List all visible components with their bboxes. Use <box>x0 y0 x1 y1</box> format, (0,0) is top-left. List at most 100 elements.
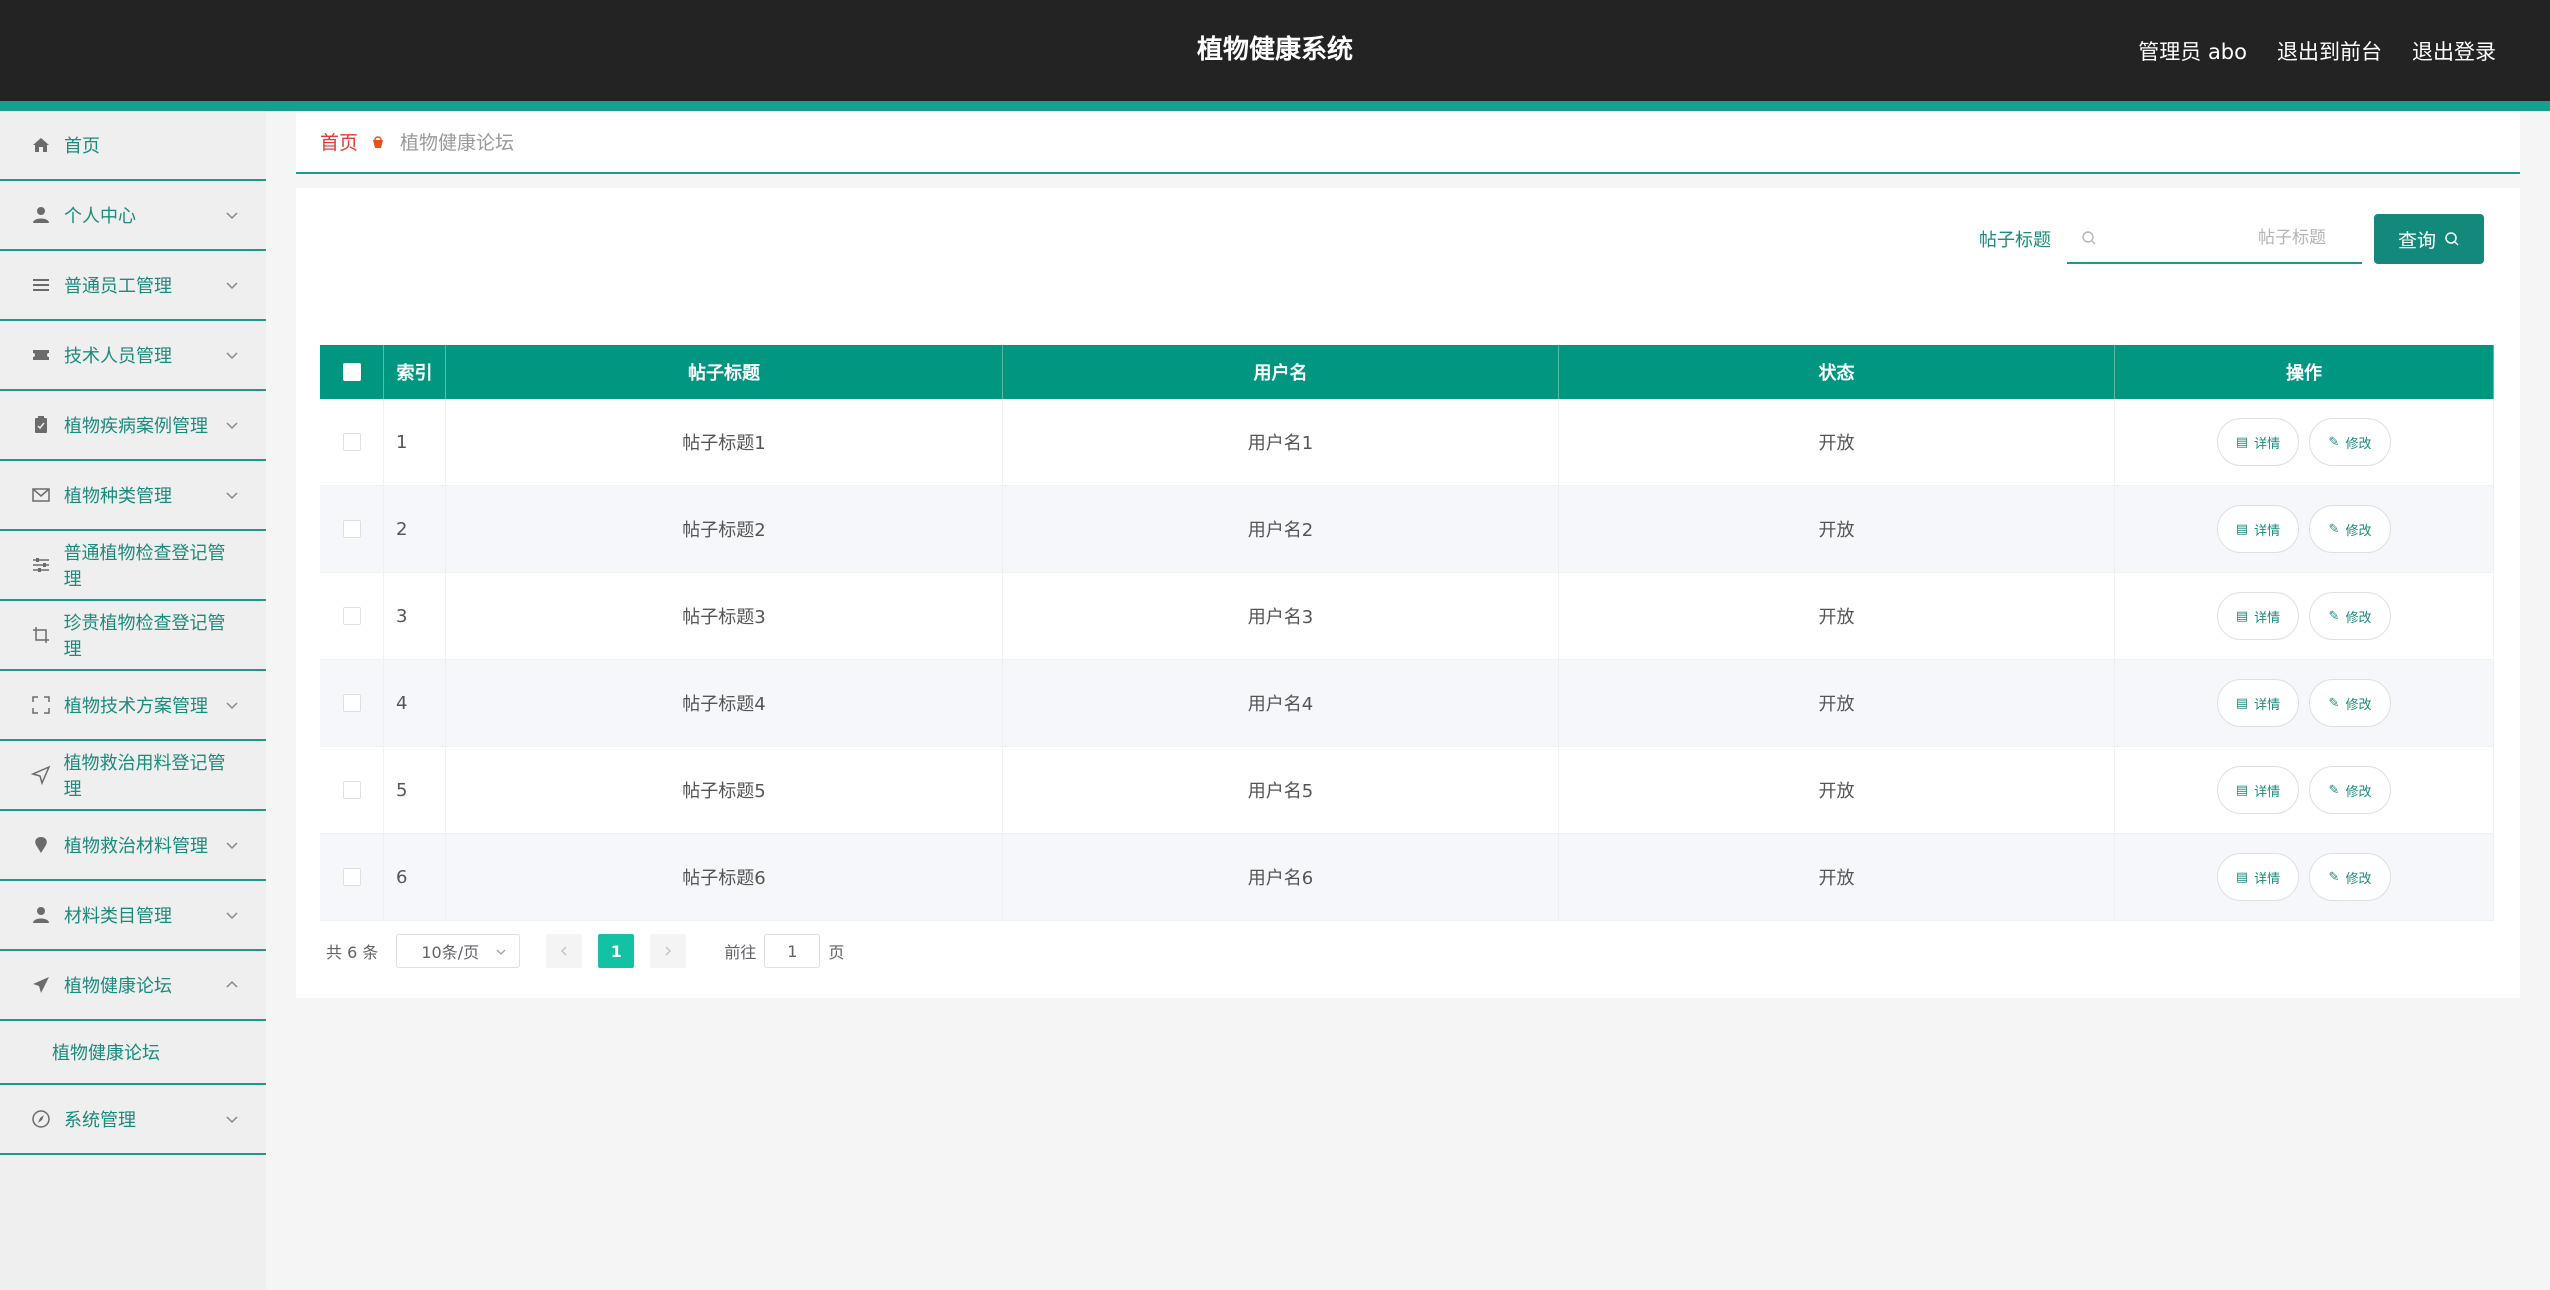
sidebar-item-label: 植物健康论坛 <box>64 976 172 997</box>
chevron-down-icon <box>226 912 238 920</box>
document-icon: ▤ <box>2235 434 2249 450</box>
edit-button[interactable]: ✎ 修改 <box>2309 853 2391 901</box>
row-status: 开放 <box>1559 486 2115 573</box>
row-title: 帖子标题4 <box>446 660 1003 747</box>
prev-page-button[interactable] <box>546 934 583 968</box>
row-status: 开放 <box>1559 573 2115 660</box>
row-checkbox[interactable] <box>342 694 361 712</box>
edit-button[interactable]: ✎ 修改 <box>2309 592 2391 640</box>
breadcrumb-current: 植物健康论坛 <box>400 132 515 154</box>
row-actions: ▤ 详情 ✎ 修改 <box>2115 573 2494 660</box>
detail-label: 详情 <box>2254 784 2281 800</box>
goto-label: 前往 <box>724 943 757 962</box>
pagination: 共 6 条 10条/页 1 前往 页 <box>326 933 844 969</box>
column-header-title: 帖子标题 <box>446 345 1003 399</box>
row-status: 开放 <box>1559 747 2115 834</box>
row-checkbox[interactable] <box>342 868 361 886</box>
row-username: 用户名6 <box>1003 834 1559 921</box>
row-username: 用户名5 <box>1003 747 1559 834</box>
edit-label: 修改 <box>2345 610 2372 626</box>
edit-label: 修改 <box>2345 436 2372 452</box>
detail-button[interactable]: ▤ 详情 <box>2217 418 2299 466</box>
ticket-icon <box>30 344 52 366</box>
sidebar-item-material-categories[interactable]: 材料类目管理 <box>0 881 266 951</box>
edit-button[interactable]: ✎ 修改 <box>2309 766 2391 814</box>
edit-label: 修改 <box>2345 784 2372 800</box>
row-checkbox-cell <box>320 660 384 747</box>
detail-button[interactable]: ▤ 详情 <box>2217 679 2299 727</box>
content-panel: 帖子标题 查询 索引 帖子标题 用户名 状态 操作 <box>296 188 2520 998</box>
row-index: 4 <box>384 660 446 747</box>
table-row: 6 帖子标题6 用户名6 开放 ▤ 详情 ✎ 修改 <box>320 834 2494 921</box>
detail-button[interactable]: ▤ 详情 <box>2217 592 2299 640</box>
edit-icon: ✎ <box>2328 695 2340 711</box>
search-button[interactable]: 查询 <box>2374 214 2484 264</box>
logout-link[interactable]: 退出登录 <box>2412 36 2496 66</box>
top-header: 植物健康系统 管理员 abo 退出到前台 退出登录 <box>0 0 2550 101</box>
sidebar-item-common-check[interactable]: 普通植物检查登记管理 <box>0 531 266 601</box>
row-checkbox[interactable] <box>342 781 361 799</box>
chevron-down-icon <box>226 282 238 290</box>
detail-button[interactable]: ▤ 详情 <box>2217 766 2299 814</box>
table-row: 3 帖子标题3 用户名3 开放 ▤ 详情 ✎ 修改 <box>320 573 2494 660</box>
chevron-down-icon <box>226 422 238 430</box>
row-checkbox-cell <box>320 399 384 486</box>
paper-plane-icon <box>30 974 52 996</box>
sidebar-item-plant-species[interactable]: 植物种类管理 <box>0 461 266 531</box>
marker-icon <box>30 834 52 856</box>
next-page-button[interactable] <box>650 934 687 968</box>
row-username: 用户名4 <box>1003 660 1559 747</box>
goto-page-input[interactable] <box>764 934 821 968</box>
edit-button[interactable]: ✎ 修改 <box>2309 679 2391 727</box>
sidebar-item-forum[interactable]: 植物健康论坛 <box>0 951 266 1021</box>
breadcrumb-home[interactable]: 首页 <box>320 128 358 155</box>
navigation-icon <box>30 764 52 786</box>
sidebar-item-rare-check[interactable]: 珍贵植物检查登记管理 <box>0 601 266 671</box>
row-status: 开放 <box>1559 834 2115 921</box>
sidebar-item-label: 首页 <box>64 136 100 157</box>
row-checkbox[interactable] <box>342 433 361 451</box>
sidebar-item-disease-cases[interactable]: 植物疾病案例管理 <box>0 391 266 461</box>
detail-button[interactable]: ▤ 详情 <box>2217 853 2299 901</box>
sidebar-item-system[interactable]: 系统管理 <box>0 1085 266 1155</box>
page-size-select[interactable]: 10条/页 <box>396 934 521 968</box>
column-header-username: 用户名 <box>1003 345 1559 399</box>
goto-suffix: 页 <box>828 943 845 962</box>
sidebar-item-tech-plans[interactable]: 植物技术方案管理 <box>0 671 266 741</box>
search-input[interactable] <box>2067 214 2362 262</box>
row-checkbox-cell <box>320 486 384 573</box>
home-icon <box>30 134 52 156</box>
row-index: 5 <box>384 747 446 834</box>
sidebar-item-label: 技术人员管理 <box>64 346 172 367</box>
document-icon: ▤ <box>2235 695 2249 711</box>
sidebar-item-technicians[interactable]: 技术人员管理 <box>0 321 266 391</box>
edit-button[interactable]: ✎ 修改 <box>2309 505 2391 553</box>
row-actions: ▤ 详情 ✎ 修改 <box>2115 747 2494 834</box>
sidebar-item-personal-center[interactable]: 个人中心 <box>0 181 266 251</box>
sidebar-item-staff[interactable]: 普通员工管理 <box>0 251 266 321</box>
row-checkbox[interactable] <box>342 607 361 625</box>
row-title: 帖子标题1 <box>446 399 1003 486</box>
edit-icon: ✎ <box>2328 434 2340 450</box>
row-username: 用户名2 <box>1003 486 1559 573</box>
detail-label: 详情 <box>2254 436 2281 452</box>
sidebar-item-treatment-usage[interactable]: 植物救治用料登记管理 <box>0 741 266 811</box>
select-all-cell <box>320 345 384 399</box>
sidebar-item-label: 材料类目管理 <box>64 906 172 927</box>
exit-to-front-link[interactable]: 退出到前台 <box>2277 36 2382 66</box>
row-checkbox[interactable] <box>342 520 361 538</box>
sidebar-subitem-forum[interactable]: 植物健康论坛 <box>0 1021 266 1085</box>
sidebar-item-treatment-materials[interactable]: 植物救治材料管理 <box>0 811 266 881</box>
row-actions: ▤ 详情 ✎ 修改 <box>2115 486 2494 573</box>
sidebar-item-home[interactable]: 首页 <box>0 111 266 181</box>
page-number-current[interactable]: 1 <box>598 934 635 968</box>
sidebar-item-label: 普通植物检查登记管理 <box>63 543 226 590</box>
chevron-down-icon <box>226 842 238 850</box>
detail-button[interactable]: ▤ 详情 <box>2217 505 2299 553</box>
page-size-value: 10条/页 <box>421 943 480 962</box>
select-all-checkbox[interactable] <box>342 363 361 381</box>
row-title: 帖子标题6 <box>446 834 1003 921</box>
column-header-actions: 操作 <box>2115 345 2494 399</box>
edit-button[interactable]: ✎ 修改 <box>2309 418 2391 466</box>
row-status: 开放 <box>1559 399 2115 486</box>
